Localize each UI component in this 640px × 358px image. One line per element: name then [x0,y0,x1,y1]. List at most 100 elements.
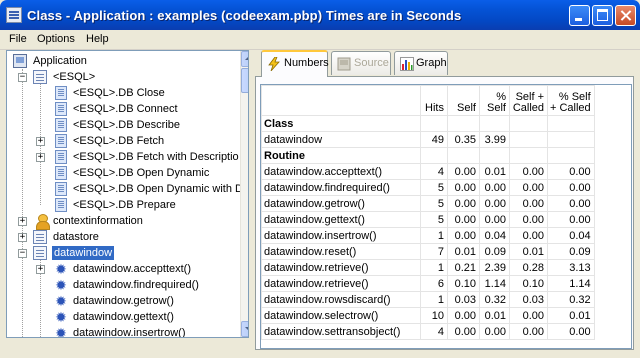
cell-self: 0.00 [447,227,480,244]
routine-icon [55,134,67,148]
table-row[interactable]: datawindow.insertrow() 1 0.00 0.04 0.00 0.04 [261,227,595,244]
expand-icon[interactable]: + [36,153,45,162]
cell-self: 0.00 [447,211,480,228]
class-icon [33,70,47,84]
table-row[interactable]: datawindow.retrieve() 6 0.10 1.14 0.10 1.14 [261,275,595,292]
table-row[interactable]: datawindow.retrieve() 1 0.21 2.39 0.28 3.13 [261,259,595,276]
routine-icon [55,118,67,132]
table-row[interactable]: datawindow.selectrow() 10 0.00 0.01 0.00 0.01 [261,307,595,324]
tab-label: Numbers [284,57,329,69]
routine-icon [55,86,67,100]
table-row[interactable]: datawindow.gettext() 5 0.00 0.00 0.00 0.00 [261,211,595,228]
minimize-button[interactable] [569,5,590,26]
tree-scrollbar[interactable] [240,51,248,337]
tree-item-label: contextinformation [53,215,143,227]
header-label: Hits [425,102,444,114]
expand-icon[interactable]: + [36,265,45,274]
menu-file[interactable]: File [9,33,27,45]
tab-label: Source [354,57,389,69]
header-self-called[interactable]: Self + Called [509,85,548,116]
routine-icon [55,198,67,212]
cell-name: datawindow.retrieve() [261,275,421,292]
table-row[interactable]: datawindow.getrow() 5 0.00 0.00 0.00 0.00 [261,195,595,212]
tree-item-label: <ESQL>.DB Describe [73,119,180,131]
table-row[interactable]: datawindow.accepttext() 4 0.00 0.01 0.00 0.00 [261,163,595,180]
cell-self-called: 0.00 [509,307,548,324]
gear-icon: ✹ [55,261,67,277]
cell-name: datawindow.rowsdiscard() [261,291,421,308]
menu-help[interactable]: Help [86,33,109,45]
cell-pct-self: 0.09 [479,243,510,260]
cell-hits: 1 [420,259,448,276]
cell-self: 0.03 [447,291,480,308]
tree-item-label: <ESQL> [53,71,96,83]
header-hits[interactable]: Hits [420,85,448,116]
scroll-up-button[interactable] [241,51,248,67]
cell-pct-called: 0.00 [547,211,595,228]
tree-item-label: <ESQL>.DB Fetch with Descriptio [73,151,239,163]
expand-icon[interactable]: + [36,137,45,146]
person-icon [35,214,50,230]
table-row[interactable]: datawindow.findrequired() 5 0.00 0.00 0.00 0.… [261,179,595,196]
cell-self-called: 0.00 [509,163,548,180]
close-button[interactable] [615,5,636,26]
cell-pct-self: 0.32 [479,291,510,308]
cell-self: 0.21 [447,259,480,276]
tab-graph[interactable]: Graph [394,51,448,75]
tree-item-label: datawindow.gettext() [73,311,174,323]
cell-hits: 7 [420,243,448,260]
header-name [261,85,421,116]
tab-numbers[interactable]: Numbers [261,50,329,77]
table-row[interactable]: datawindow 49 0.35 3.99 [261,131,595,148]
cell-name: datawindow.settransobject() [261,323,421,340]
header-label: Self [457,102,476,114]
header-pct-self-called[interactable]: % Self + Called [547,85,595,116]
expand-icon[interactable]: + [18,217,27,226]
cell-pct-self: 0.00 [479,179,510,196]
header-self[interactable]: Self [447,85,480,116]
gear-icon: ✹ [55,293,67,309]
cell-name: datawindow.findrequired() [261,179,421,196]
gear-icon: ✹ [55,309,67,325]
table-row[interactable]: datawindow.reset() 7 0.01 0.09 0.01 0.09 [261,243,595,260]
scroll-thumb[interactable] [241,68,248,93]
cell-self: 0.00 [447,323,480,340]
cell-self: 0.01 [447,243,480,260]
cell-self-called: 0.01 [509,243,548,260]
cell-pct-called: 0.32 [547,291,595,308]
cell-self-called: 0.03 [509,291,548,308]
cell-hits: 4 [420,323,448,340]
tab-source[interactable]: Source [331,51,391,75]
cell-self-called: 0.00 [509,227,548,244]
application-icon [13,54,27,68]
maximize-button[interactable] [592,5,613,26]
cell-pct-called: 0.01 [547,307,595,324]
cell-name: datawindow.accepttext() [261,163,421,180]
cell-pct-called: 1.14 [547,275,595,292]
tree-view[interactable]: Application − <ESQL> <ESQL>.DB Close <ES… [6,50,249,338]
cell-pct-self: 1.14 [479,275,510,292]
expand-icon[interactable]: + [18,233,27,242]
section-row-class: Class [261,115,595,132]
collapse-icon[interactable]: − [18,73,27,82]
tab-label: Graph [416,57,447,69]
cell-self: 0.00 [447,195,480,212]
cell-hits: 1 [420,227,448,244]
cell-pct-called: 0.04 [547,227,595,244]
header-pct-self[interactable]: % Self [479,85,510,116]
tree-item-label: <ESQL>.DB Open Dynamic [73,167,210,179]
table-row[interactable]: datawindow.rowsdiscard() 1 0.03 0.32 0.03 0.3… [261,291,595,308]
cell-self: 0.35 [447,131,480,148]
window-title: Class - Application : examples (codeexam… [27,8,462,23]
tree-item-label: <ESQL>.DB Open Dynamic with D [73,183,243,195]
header-label: Called [512,102,544,114]
section-label: Class [261,115,421,132]
menu-options[interactable]: Options [37,33,75,45]
tree-item-label: datawindow.accepttext() [73,263,192,275]
scroll-down-button[interactable] [241,321,248,337]
tree-item-label: <ESQL>.DB Prepare [73,199,176,211]
cell-hits: 5 [420,211,448,228]
gear-icon: ✹ [55,325,67,338]
collapse-icon[interactable]: − [18,249,27,258]
table-row[interactable]: datawindow.settransobject() 4 0.00 0.00 0.00… [261,323,595,340]
